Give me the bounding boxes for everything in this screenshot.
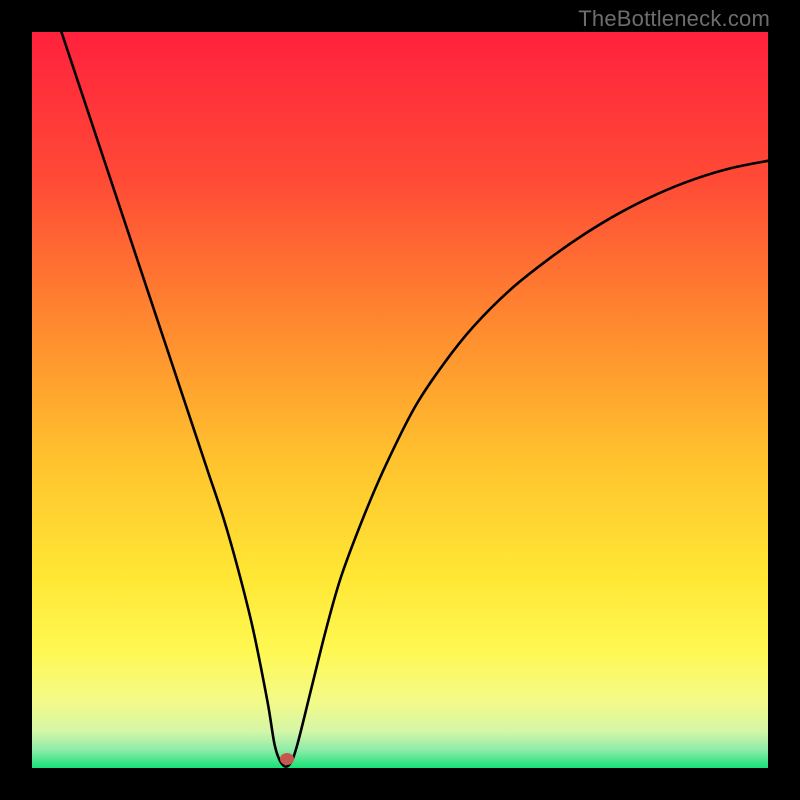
plot-area (32, 32, 768, 768)
curve-layer (32, 32, 768, 768)
watermark-text: TheBottleneck.com (578, 6, 770, 32)
chart-frame: TheBottleneck.com (0, 0, 800, 800)
bottleneck-curve (61, 32, 768, 767)
optimal-point-marker (280, 753, 294, 765)
